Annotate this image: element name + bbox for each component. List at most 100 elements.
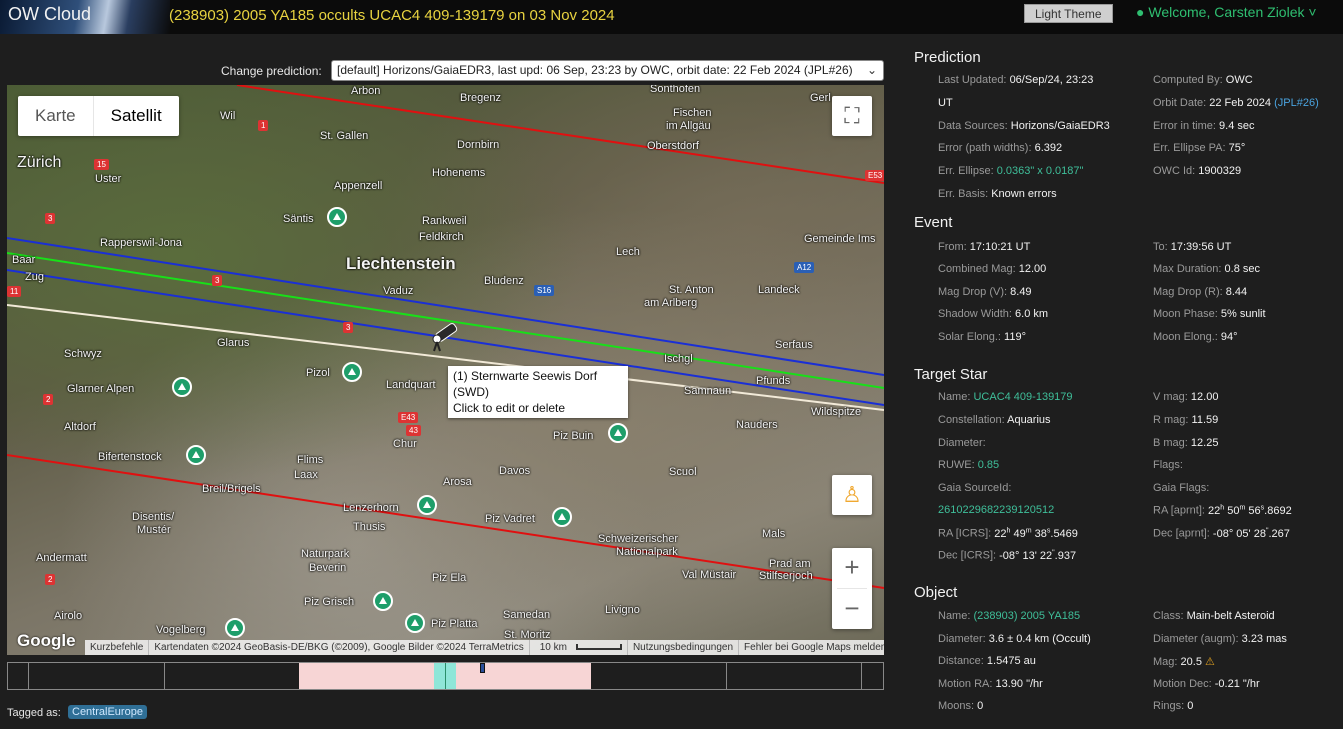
gaia-flags-field: Gaia Flags: xyxy=(1153,482,1210,494)
err-basis-field: Err. Basis: Known errors xyxy=(938,188,1057,200)
zoom-out-button[interactable]: − xyxy=(832,589,872,629)
app-logo[interactable]: OW Cloud xyxy=(0,0,170,34)
park-marker-icon[interactable] xyxy=(172,377,192,397)
map-view[interactable]: Arbon Bregenz Sonthofen Gerl Wil Fischen… xyxy=(7,85,884,655)
motion-ra-field: Motion RA: 13.90 "/hr xyxy=(938,678,1043,690)
gaia-sourceid-link[interactable]: 2610229682239120512 xyxy=(938,504,1054,516)
park-marker-icon[interactable] xyxy=(552,507,572,527)
map-label: Laax xyxy=(294,469,318,481)
solar-elong-field: Solar Elong.: 119° xyxy=(938,331,1026,343)
warning-icon[interactable]: ⚠ xyxy=(1205,656,1215,668)
keyboard-shortcuts-link[interactable]: Kurzbefehle xyxy=(85,640,148,655)
prediction-select[interactable]: [default] Horizons/GaiaEDR3, last upd: 0… xyxy=(331,60,884,81)
map-label: Beverin xyxy=(309,562,347,574)
map-label: Uster xyxy=(95,173,122,185)
zoom-control: + − xyxy=(832,548,872,629)
map-label: Landquart xyxy=(386,379,436,391)
street-view-pegman-icon[interactable]: ♙ xyxy=(832,475,872,515)
park-marker-icon[interactable] xyxy=(405,613,425,633)
last-updated-field-cont: UT xyxy=(938,97,953,109)
flags-field: Flags: xyxy=(1153,459,1183,471)
telescope-marker-icon[interactable] xyxy=(429,322,461,352)
mag-field: Mag: 20.5 ⚠ xyxy=(1153,656,1215,668)
map-label: Lenzerhorn xyxy=(343,502,399,514)
constellation-field: Constellation: Aquarius xyxy=(938,414,1051,426)
map-label: Davos xyxy=(499,465,531,477)
welcome-text: Welcome, Carsten Ziolek xyxy=(1148,4,1305,20)
ruwe-field: RUWE: 0.85 xyxy=(938,459,1000,471)
park-marker-icon[interactable] xyxy=(608,423,628,443)
park-marker-icon[interactable] xyxy=(373,591,393,611)
map-label: Zürich xyxy=(17,154,62,171)
observer-tooltip[interactable]: (1) Sternwarte Seewis Dorf (SWD) Click t… xyxy=(448,366,628,418)
map-attribution: Kurzbefehle Kartendaten ©2024 GeoBasis-D… xyxy=(85,640,884,655)
report-error-link[interactable]: Fehler bei Google Maps melden xyxy=(738,640,884,655)
error-time-field: Error in time: 9.4 sec xyxy=(1153,120,1255,132)
park-marker-icon[interactable] xyxy=(186,445,206,465)
park-marker-icon[interactable] xyxy=(342,362,362,382)
map-label: Arosa xyxy=(443,476,472,488)
map-label: Glarus xyxy=(217,337,250,349)
map-label: Breil/Brigels xyxy=(202,483,261,495)
map-label: Disentis/ xyxy=(132,511,175,523)
map-label: im Allgäu xyxy=(666,120,711,132)
moon-phase-field: Moon Phase: 5% sunlit xyxy=(1153,308,1266,320)
fullscreen-icon[interactable]: ⛶ xyxy=(832,96,872,136)
map-label: Gemeinde Ims xyxy=(804,233,876,245)
logo-text[interactable]: OW Cloud xyxy=(8,4,91,25)
timeline-divider xyxy=(726,663,727,689)
error-path-field: Error (path widths): 6.392 xyxy=(938,142,1063,154)
distance-field: Distance: 1.5475 au xyxy=(938,655,1036,667)
map-label: Pizol xyxy=(306,367,330,379)
ra-aprnt-field: RA [aprnt]: 22h 50m 56s.8692 xyxy=(1153,504,1292,517)
map-scale[interactable]: 10 km xyxy=(528,640,627,655)
map-label: Piz Ela xyxy=(432,572,467,584)
motion-dec-field: Motion Dec: -0.21 "/hr xyxy=(1153,678,1260,690)
map-label: St. Gallen xyxy=(320,130,369,142)
map-type-satellite-button[interactable]: Satellit xyxy=(92,96,179,136)
map-label: Dornbirn xyxy=(457,139,500,151)
tag-badge[interactable]: CentralEurope xyxy=(68,705,147,719)
object-name-link[interactable]: (238903) 2005 YA185 xyxy=(973,610,1080,622)
map-label: Rankweil xyxy=(422,215,467,227)
map-label: Hohenems xyxy=(432,167,486,179)
map-label: Vogelberg xyxy=(156,624,206,636)
map-label: Schwyz xyxy=(64,348,102,360)
map-label: Flims xyxy=(297,454,324,466)
map-label: Fischen xyxy=(673,107,712,119)
map-label: Stilfserjoch xyxy=(759,570,813,582)
class-field: Class: Main-belt Asteroid xyxy=(1153,610,1275,622)
map-label: Pfunds xyxy=(756,375,791,387)
map-type-map-button[interactable]: Karte xyxy=(18,96,93,136)
computed-by-field: Computed By: OWC xyxy=(1153,74,1253,86)
user-menu[interactable]: ● Welcome, Carsten Ziolek ˅ xyxy=(1136,4,1317,20)
jpl-link[interactable]: (JPL#26) xyxy=(1274,97,1319,109)
park-marker-icon[interactable] xyxy=(327,207,347,227)
map-label: Oberstdorf xyxy=(647,140,699,152)
road-shield: 15 xyxy=(94,159,109,170)
map-label: Wil xyxy=(220,110,236,122)
ruwe-link[interactable]: 0.85 xyxy=(978,459,999,471)
map-label: Mustér xyxy=(137,524,171,536)
event-timeline[interactable] xyxy=(7,662,884,690)
zoom-in-button[interactable]: + xyxy=(832,548,872,588)
chevron-down-icon: ˅ xyxy=(1308,4,1317,20)
map-type-control: Karte Satellit xyxy=(18,96,179,136)
from-field: From: 17:10:21 UT xyxy=(938,241,1031,253)
orbit-date-field: Orbit Date: 22 Feb 2024 (JPL#26) xyxy=(1153,97,1319,109)
last-updated-field: Last Updated: 06/Sep/24, 23:23 xyxy=(938,74,1094,86)
map-label: Gerl xyxy=(810,92,831,104)
timeline-handle[interactable] xyxy=(480,663,485,673)
map-label: Samnaun xyxy=(684,385,732,397)
page-title: (238903) 2005 YA185 occults UCAC4 409-13… xyxy=(169,7,615,24)
terms-link[interactable]: Nutzungsbedingungen xyxy=(626,640,738,655)
star-name-link[interactable]: UCAC4 409-139179 xyxy=(973,391,1072,403)
light-theme-button[interactable]: Light Theme xyxy=(1024,4,1113,23)
err-ellipse-link[interactable]: 0.0363" x 0.0187" xyxy=(997,165,1084,177)
park-marker-icon[interactable] xyxy=(225,618,245,638)
prediction-heading: Prediction xyxy=(914,49,981,66)
park-marker-icon[interactable] xyxy=(417,495,437,515)
road-shield: A12 xyxy=(794,262,815,273)
road-shield: 1 xyxy=(258,120,269,131)
map-label: Säntis xyxy=(283,213,314,225)
